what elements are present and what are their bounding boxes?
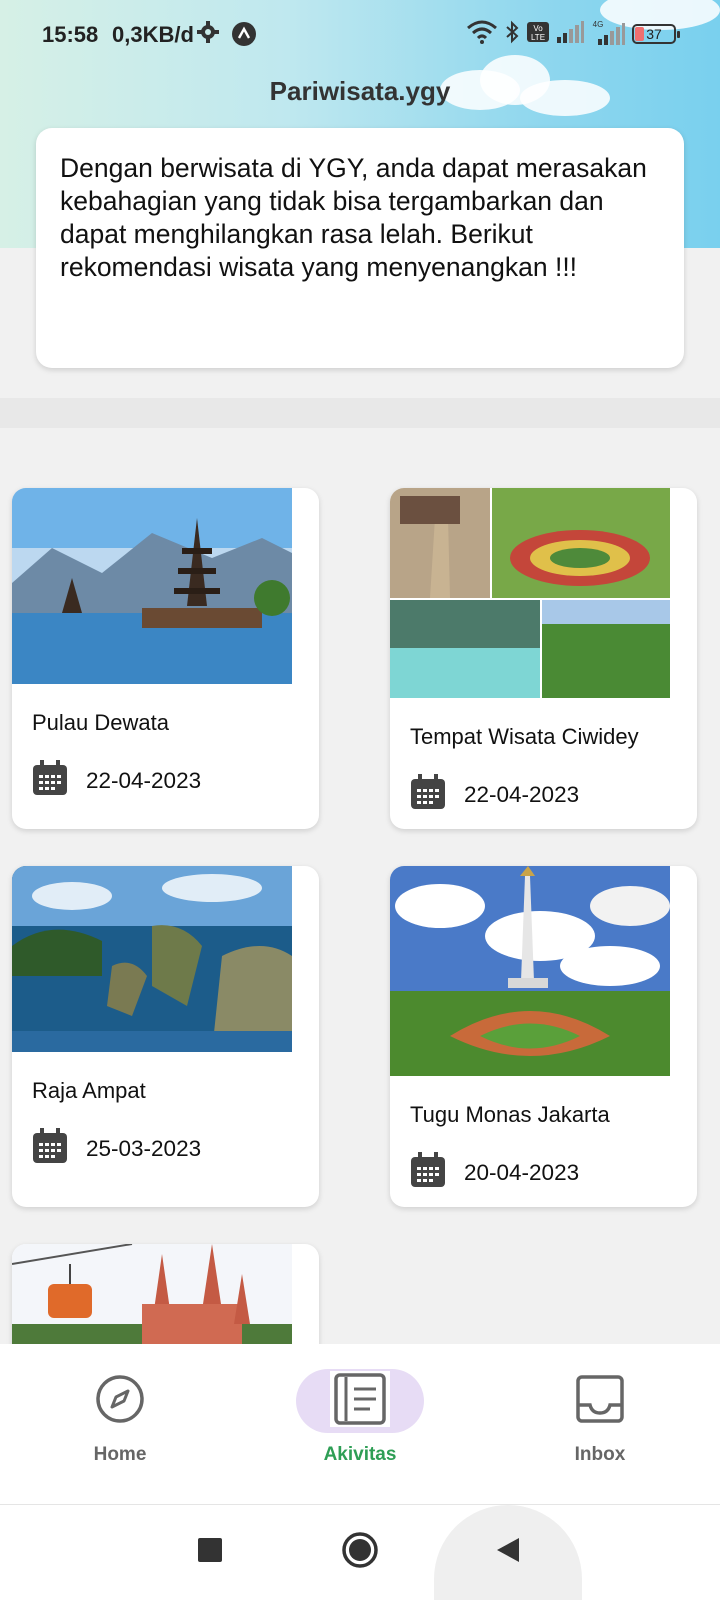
destination-name: Raja Ampat xyxy=(32,1078,146,1103)
temple-on-lake-image xyxy=(12,488,292,684)
nav-akivitas-icon-wrap xyxy=(296,1369,424,1433)
nav-inbox-icon-wrap xyxy=(536,1369,664,1433)
circle-home-icon xyxy=(341,1531,379,1574)
destination-card[interactable]: Pulau Dewata 22-04-2023 xyxy=(12,488,319,829)
nav-item-akivitas[interactable]: Akivitas xyxy=(270,1344,450,1504)
status-time: 15:58 xyxy=(42,22,99,47)
destination-card[interactable]: Tugu Monas Jakarta 20-04-2023 xyxy=(390,866,697,1207)
svg-text:Vo: Vo xyxy=(533,24,543,33)
battery-level: 37 xyxy=(646,26,662,42)
nav-item-inbox[interactable]: Inbox xyxy=(510,1344,690,1504)
wifi-icon xyxy=(466,20,498,49)
nav-inbox-label: Inbox xyxy=(574,1444,626,1465)
signal-icon xyxy=(556,20,584,48)
calendar-icon xyxy=(32,1128,68,1169)
square-icon xyxy=(197,1537,223,1568)
volte-icon: Vo LTE xyxy=(526,21,550,48)
destination-date: 22-04-2023 xyxy=(86,767,202,793)
inbox-icon xyxy=(574,1373,626,1430)
nav-item-home[interactable]: Home xyxy=(30,1344,210,1504)
bottom-navigation: Home Akivitas Inbox xyxy=(0,1344,720,1505)
calendar-icon xyxy=(410,1152,446,1193)
home-system-button[interactable] xyxy=(312,1505,408,1600)
destination-date: 20-04-2023 xyxy=(464,1159,580,1185)
destination-date: 25-03-2023 xyxy=(86,1135,202,1161)
calendar-icon xyxy=(410,774,446,815)
svg-text:LTE: LTE xyxy=(531,33,545,42)
status-bar: 15:58 0,3KB/d Vo LTE 4G 37 xyxy=(0,0,720,70)
nav-home-label: Home xyxy=(93,1444,147,1465)
system-navigation-bar xyxy=(0,1505,720,1600)
destination-name: Tempat Wisata Ciwidey xyxy=(410,724,639,749)
back-button[interactable] xyxy=(460,1505,556,1600)
destination-card[interactable]: Raja Ampat 25-03-2023 xyxy=(12,866,319,1207)
calendar-icon xyxy=(32,760,68,801)
app-notification-icon xyxy=(231,21,257,52)
battery-icon: 37 xyxy=(632,24,680,44)
recents-button[interactable] xyxy=(162,1505,258,1600)
activity-list-icon xyxy=(330,1370,390,1432)
destination-date: 22-04-2023 xyxy=(464,781,580,807)
destination-name: Pulau Dewata xyxy=(32,710,169,735)
svg-text:4G: 4G xyxy=(593,20,604,29)
date-row: 22-04-2023 xyxy=(410,774,579,815)
back-triangle-icon xyxy=(495,1536,521,1569)
settings-gear-icon xyxy=(196,20,220,49)
ciwidey-collage-image xyxy=(390,488,670,698)
date-row: 22-04-2023 xyxy=(32,760,201,801)
intro-text: Dengan berwisata di YGY, anda dapat mera… xyxy=(60,153,647,282)
date-row: 25-03-2023 xyxy=(32,1128,201,1169)
monas-monument-image xyxy=(390,866,670,1076)
destination-card[interactable]: Tempat Wisata Ciwidey 22-04-2023 xyxy=(390,488,697,829)
app-title: Pariwisata.ygy xyxy=(269,76,451,106)
section-divider xyxy=(0,398,720,428)
compass-icon xyxy=(94,1373,146,1430)
island-lagoon-image xyxy=(12,866,292,1052)
bluetooth-icon xyxy=(504,20,520,49)
signal-4g-icon: 4G xyxy=(590,19,626,50)
nav-akivitas-label: Akivitas xyxy=(323,1444,397,1465)
intro-card: Dengan berwisata di YGY, anda dapat mera… xyxy=(36,128,684,368)
destination-name: Tugu Monas Jakarta xyxy=(410,1102,610,1127)
date-row: 20-04-2023 xyxy=(410,1152,579,1193)
nav-home-icon-wrap xyxy=(56,1369,184,1433)
status-net-speed: 0,3KB/d xyxy=(112,22,194,47)
